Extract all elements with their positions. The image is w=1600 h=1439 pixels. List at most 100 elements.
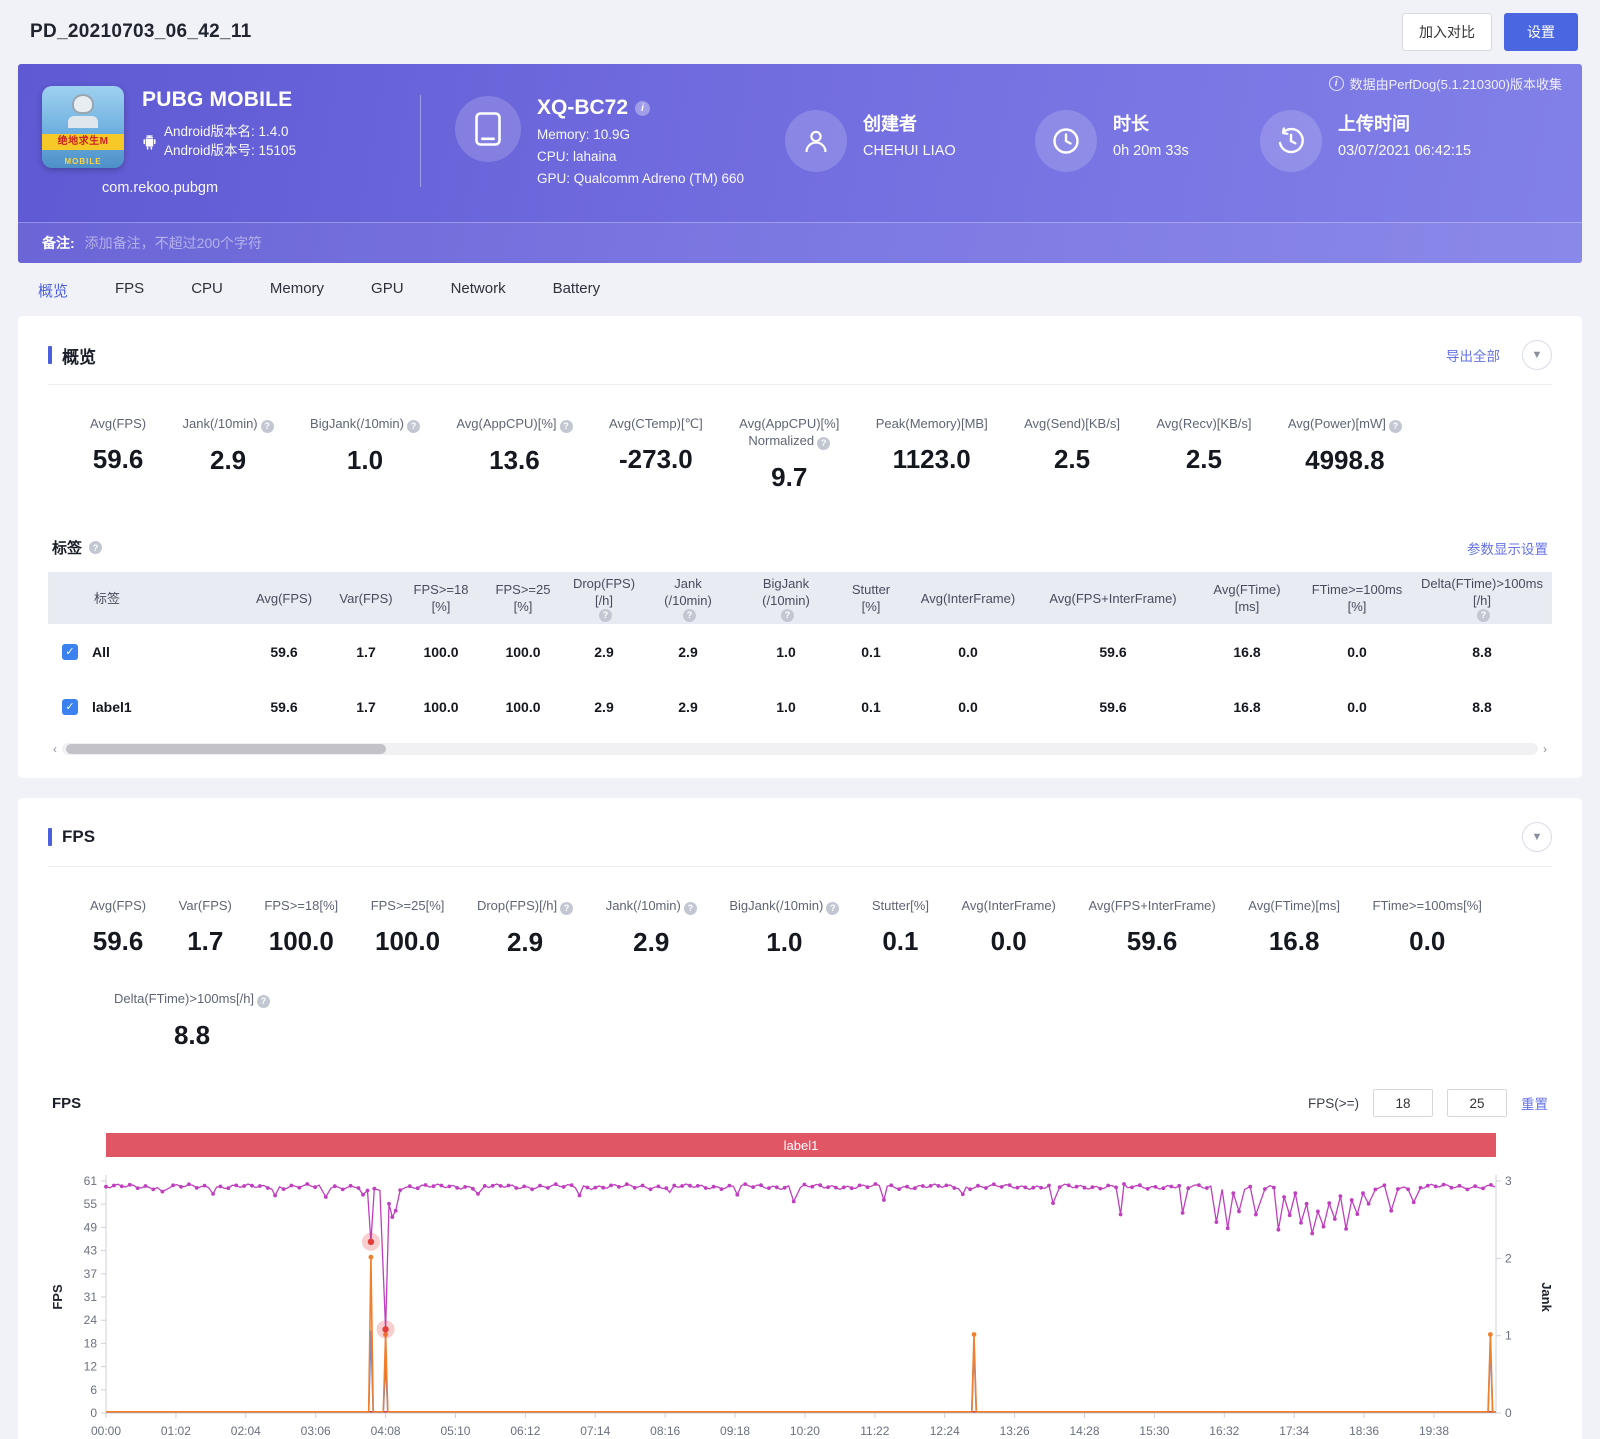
- svg-text:07:14: 07:14: [580, 1424, 610, 1438]
- table-cell: 8.8: [1412, 679, 1552, 734]
- svg-text:0: 0: [90, 1406, 97, 1420]
- labels-title: 标签: [52, 537, 82, 558]
- table-col-header: FTime>=100ms[%]: [1302, 572, 1412, 624]
- tab-battery[interactable]: Battery: [553, 280, 601, 301]
- help-icon[interactable]: ?: [89, 541, 102, 554]
- overview-title: 概览: [62, 343, 1446, 368]
- fps-metrics-row2: Delta(FTime)>100ms[/h]?8.8: [48, 964, 1552, 1055]
- banner-divider: [420, 95, 421, 187]
- tab-概览[interactable]: 概览: [38, 280, 68, 301]
- help-icon[interactable]: ?: [560, 902, 573, 915]
- topbar: PD_20210703_06_42_11 加入对比 设置: [0, 0, 1600, 64]
- collect-note: i 数据由PerfDog(5.1.210300)版本收集: [1329, 74, 1562, 93]
- series-jank: [106, 1257, 1496, 1412]
- reset-link[interactable]: 重置: [1521, 1093, 1548, 1113]
- session-banner: i 数据由PerfDog(5.1.210300)版本收集 绝地求生M MOBIL…: [18, 64, 1582, 263]
- tab-fps[interactable]: FPS: [115, 280, 144, 301]
- scroll-right-arrow[interactable]: ›: [1538, 742, 1552, 756]
- phone-icon: [455, 96, 521, 162]
- metric-avg-appcpu-normalized: Avg(AppCPU)[%]Normalized?9.7: [739, 415, 839, 493]
- help-icon[interactable]: ?: [407, 420, 420, 433]
- help-icon[interactable]: ?: [599, 609, 612, 622]
- metric-value: 2.5: [1156, 444, 1251, 475]
- svg-text:12:24: 12:24: [930, 1424, 960, 1438]
- metric-value: 8.8: [114, 1020, 270, 1051]
- help-icon[interactable]: ?: [826, 902, 839, 915]
- metric-value: -273.0: [609, 444, 703, 475]
- add-to-compare-button[interactable]: 加入对比: [1402, 13, 1492, 51]
- metric-value: 1.0: [310, 445, 420, 476]
- help-icon[interactable]: ?: [1477, 609, 1490, 622]
- metric-avg-recv-kb-s-: Avg(Recv)[KB/s]2.5: [1156, 415, 1251, 493]
- metric-value: 2.9: [606, 927, 697, 958]
- table-cell: 100.0: [482, 679, 564, 734]
- svg-text:14:28: 14:28: [1070, 1424, 1100, 1438]
- tab-memory[interactable]: Memory: [270, 280, 324, 301]
- tab-cpu[interactable]: CPU: [191, 280, 223, 301]
- person-icon: [785, 110, 847, 172]
- clock-icon: [1035, 110, 1097, 172]
- scrollbar-thumb[interactable]: [66, 744, 386, 754]
- fps-threshold-input-2[interactable]: [1447, 1089, 1507, 1117]
- metric-value: 0.0: [1373, 926, 1482, 957]
- export-all-link[interactable]: 导出全部: [1446, 345, 1500, 365]
- help-icon[interactable]: ?: [817, 437, 830, 450]
- param-display-settings-link[interactable]: 参数显示设置: [1467, 538, 1548, 558]
- metric-bigjank-10min-: BigJank(/10min)?1.0: [310, 415, 420, 493]
- device-gpu: GPU: Qualcomm Adreno (TM) 660: [537, 171, 744, 186]
- tab-network[interactable]: Network: [451, 280, 506, 301]
- fps-section-title: FPS: [62, 827, 1500, 847]
- svg-text:01:02: 01:02: [161, 1424, 191, 1438]
- help-icon[interactable]: ?: [684, 902, 697, 915]
- help-icon[interactable]: ?: [781, 609, 794, 622]
- collapse-overview-button[interactable]: ▼: [1522, 340, 1552, 370]
- help-icon[interactable]: ?: [257, 995, 270, 1008]
- tab-gpu[interactable]: GPU: [371, 280, 404, 301]
- metric-fps-25-: FPS>=25[%]100.0: [371, 897, 445, 958]
- fps-threshold-input-1[interactable]: [1373, 1089, 1433, 1117]
- row-checkbox[interactable]: ✓: [62, 644, 78, 660]
- scroll-left-arrow[interactable]: ‹: [48, 742, 62, 756]
- svg-text:08:16: 08:16: [650, 1424, 680, 1438]
- svg-text:17:34: 17:34: [1279, 1424, 1309, 1438]
- svg-text:6: 6: [90, 1383, 97, 1397]
- svg-text:2: 2: [1505, 1251, 1512, 1265]
- app-icon: 绝地求生M MOBILE: [42, 86, 124, 168]
- scrollbar-track[interactable]: [62, 743, 1538, 755]
- duration-label: 时长: [1113, 110, 1189, 136]
- table-col-header: Avg(InterFrame): [902, 572, 1034, 624]
- fps-chart[interactable]: label106121824313743495561012300:0001:02…: [48, 1131, 1552, 1439]
- table-row-label: ✓label1: [48, 679, 236, 734]
- row-checkbox[interactable]: ✓: [62, 699, 78, 715]
- overview-card: 概览 导出全部 ▼ Avg(FPS)59.6Jank(/10min)?2.9Bi…: [18, 316, 1582, 778]
- metric-fps-18-: FPS>=18[%]100.0: [264, 897, 338, 958]
- table-cell: 59.6: [236, 624, 332, 679]
- table-cell: 100.0: [400, 624, 482, 679]
- creator-value: CHEHUI LIAO: [863, 143, 956, 159]
- collapse-fps-button[interactable]: ▼: [1522, 822, 1552, 852]
- settings-button[interactable]: 设置: [1504, 13, 1578, 51]
- metric-stutter-: Stutter[%]0.1: [872, 897, 929, 958]
- svg-text:49: 49: [84, 1220, 98, 1234]
- svg-text:06:12: 06:12: [510, 1424, 540, 1438]
- table-cell: 2.9: [564, 624, 644, 679]
- remark-bar[interactable]: 备注: 添加备注，不超过200个字符: [18, 222, 1582, 263]
- metric-value: 59.6: [90, 444, 146, 475]
- label-name: All: [92, 644, 110, 660]
- table-cell: 59.6: [1034, 679, 1192, 734]
- metric-value: 1123.0: [876, 444, 988, 475]
- device-info-icon[interactable]: i: [635, 101, 650, 116]
- android-version-code: Android版本号: 15105: [164, 141, 296, 160]
- help-icon[interactable]: ?: [1389, 420, 1402, 433]
- device-cpu: CPU: lahaina: [537, 149, 744, 164]
- metric-value: 1.7: [179, 926, 232, 957]
- help-icon[interactable]: ?: [683, 609, 696, 622]
- table-col-header: FPS>=25[%]: [482, 572, 564, 624]
- help-icon[interactable]: ?: [560, 420, 573, 433]
- table-col-header: Delta(FTime)>100ms[/h]?: [1412, 572, 1552, 624]
- help-icon[interactable]: ?: [261, 420, 274, 433]
- fps-chart-svg[interactable]: label106121824313743495561012300:0001:02…: [48, 1131, 1554, 1439]
- table-horizontal-scrollbar[interactable]: ‹ ›: [48, 742, 1552, 756]
- svg-text:61: 61: [84, 1174, 98, 1188]
- table-cell: 0.0: [1302, 624, 1412, 679]
